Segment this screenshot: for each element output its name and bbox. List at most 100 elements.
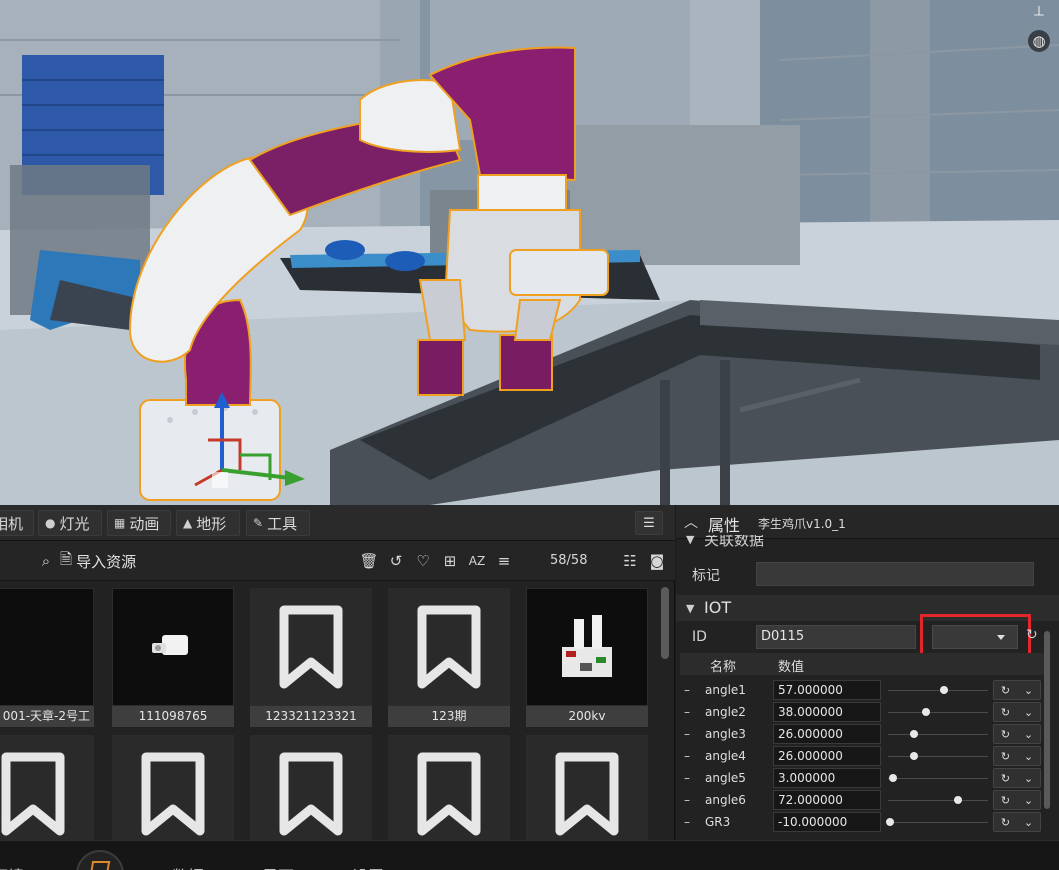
nav-scene-active[interactable] <box>76 850 124 870</box>
asset-tile[interactable] <box>112 735 234 840</box>
bookmark-icon <box>417 752 481 836</box>
preview-mode-icon[interactable]: ◙ <box>645 549 669 573</box>
asset-thumbnail <box>526 588 648 706</box>
param-name: angle1 <box>705 683 746 697</box>
param-value-input[interactable]: 57.000000 <box>773 680 881 700</box>
param-slider-track[interactable] <box>888 800 988 801</box>
param-name: GR3 <box>705 815 731 829</box>
param-reset-dropdown[interactable]: ↻ ⌄ <box>993 724 1041 744</box>
asset-tile[interactable]: 123321123321 <box>250 588 372 727</box>
section-linked-data-label: 关联数据 <box>704 535 765 549</box>
scene-viewport[interactable]: ⟂ ◍ <box>0 0 1059 505</box>
nav-interface[interactable]: 界面 <box>262 863 294 870</box>
param-slider-track[interactable] <box>888 734 988 735</box>
asset-name: 001-天章-2号工 <box>0 706 94 727</box>
tag-input[interactable] <box>756 562 1034 586</box>
collapse-chevron-icon[interactable]: ︿ <box>684 512 698 532</box>
param-slider-knob[interactable] <box>910 752 919 760</box>
param-reset-dropdown[interactable]: ↻ ⌄ <box>993 768 1041 788</box>
refresh-icon[interactable]: ↻ <box>1026 627 1038 643</box>
tab-animation[interactable]: ▦ 动画 <box>107 510 171 536</box>
bookmark-icon <box>279 605 343 689</box>
collapse-dash-icon[interactable]: – <box>684 727 690 741</box>
param-reset-dropdown[interactable]: ↻ ⌄ <box>993 790 1041 810</box>
tag-label: 标记 <box>692 568 720 584</box>
reset-icon: ↻ <box>1000 683 1011 697</box>
chevron-down-icon: ⌄ <box>1023 771 1034 785</box>
param-reset-dropdown[interactable]: ↻ ⌄ <box>993 702 1041 722</box>
add-image-icon[interactable]: ⊞ <box>438 549 462 573</box>
tab-tools[interactable]: ✎ 工具 <box>246 510 310 536</box>
section-linked-data[interactable]: ▼ 关联数据 <box>676 535 1059 549</box>
param-reset-dropdown[interactable]: ↻ ⌄ <box>993 680 1041 700</box>
param-value-input[interactable]: 3.000000 <box>773 768 881 788</box>
param-slider-knob[interactable] <box>939 686 948 694</box>
collapse-dash-icon[interactable]: – <box>684 815 690 829</box>
sort-lines-icon[interactable]: ≡ <box>492 549 516 573</box>
param-slider-knob[interactable] <box>953 796 962 804</box>
tab-terrain[interactable]: ▲ 地形 <box>176 510 240 536</box>
tab-camera[interactable]: 相机 <box>0 510 34 536</box>
globe-icon[interactable]: ◍ <box>1028 30 1050 52</box>
collapse-dash-icon[interactable]: – <box>684 683 690 697</box>
nav-data[interactable]: 数据 <box>172 863 204 870</box>
param-slider-track[interactable] <box>888 712 988 713</box>
param-value-input[interactable]: 26.000000 <box>773 746 881 766</box>
param-value-input[interactable]: 38.000000 <box>773 702 881 722</box>
asset-thumbnail <box>250 588 372 706</box>
assets-scrollbar[interactable] <box>661 587 669 659</box>
heart-icon[interactable]: ♡ <box>411 549 435 573</box>
param-slider-knob[interactable] <box>888 774 897 782</box>
nav-settings[interactable]: 设置 <box>352 863 384 870</box>
collapse-dash-icon[interactable]: – <box>684 705 690 719</box>
import-assets-label: 导入资源 <box>76 552 137 571</box>
param-value-input[interactable]: -10.000000 <box>773 812 881 832</box>
param-value-input[interactable]: 26.000000 <box>773 724 881 744</box>
asset-tile[interactable] <box>526 735 648 840</box>
tab-lights[interactable]: ● 灯光 <box>38 510 102 536</box>
trash-icon[interactable]: 🗑 <box>357 549 381 573</box>
asset-tile[interactable] <box>0 735 94 840</box>
collapse-dash-icon[interactable]: – <box>684 771 690 785</box>
id-field[interactable]: D0115 <box>756 625 916 649</box>
param-reset-dropdown[interactable]: ↻ ⌄ <box>993 746 1041 766</box>
param-row: – GR3 -10.000000 ↻ ⌄ <box>676 812 1046 834</box>
collapse-dash-icon[interactable]: – <box>684 793 690 807</box>
asset-tile[interactable] <box>250 735 372 840</box>
tab-tools-label: 工具 <box>267 514 298 533</box>
scene-render <box>0 0 1059 505</box>
history-icon[interactable]: ↺ <box>384 549 408 573</box>
param-slider-knob[interactable] <box>910 730 919 738</box>
param-slider-track[interactable] <box>888 822 988 823</box>
search-icon[interactable]: ⌕ <box>34 549 58 573</box>
param-slider-track[interactable] <box>888 690 988 691</box>
nav-environment[interactable]: 环境 <box>0 863 24 870</box>
param-name: angle4 <box>705 749 746 763</box>
param-slider-knob[interactable] <box>886 818 894 826</box>
asset-name: 111098765 <box>112 706 234 727</box>
asset-tile[interactable]: 001-天章-2号工 <box>0 588 94 727</box>
param-slider-track[interactable] <box>888 756 988 757</box>
transform-gizmo-icon[interactable]: ⟂ <box>1028 0 1050 22</box>
import-assets-button[interactable]: 🗎 导入资源 <box>60 549 136 573</box>
list-mode-icon[interactable]: ☷ <box>618 549 642 573</box>
asset-tile[interactable]: 200kv <box>526 588 648 727</box>
asset-thumbnail <box>112 735 234 840</box>
param-slider-track[interactable] <box>888 778 988 779</box>
param-reset-dropdown[interactable]: ↻ ⌄ <box>993 812 1041 832</box>
sort-az-icon[interactable]: AZ <box>465 549 489 573</box>
param-row: – angle1 57.000000 ↻ ⌄ <box>676 680 1046 702</box>
bulb-icon: ● <box>45 516 56 530</box>
asset-tile[interactable]: 111098765 <box>112 588 234 727</box>
properties-header: ︿ 属性 李生鸡爪v1.0_1 <box>676 505 1059 539</box>
param-row: – angle6 72.000000 ↻ ⌄ <box>676 790 1046 812</box>
assets-toolbar: ⌕ 🗎 导入资源 🗑 ↺ ♡ ⊞ AZ ≡ 58/58 ☷ ◙ <box>0 541 675 581</box>
param-value-input[interactable]: 72.000000 <box>773 790 881 810</box>
param-slider-knob[interactable] <box>921 708 930 716</box>
asset-tile[interactable] <box>388 735 510 840</box>
list-view-icon[interactable]: ☰ <box>635 511 663 535</box>
asset-name: 123321123321 <box>250 706 372 727</box>
collapse-dash-icon[interactable]: – <box>684 749 690 763</box>
properties-scrollbar[interactable] <box>1044 631 1050 809</box>
asset-tile[interactable]: 123期 <box>388 588 510 727</box>
